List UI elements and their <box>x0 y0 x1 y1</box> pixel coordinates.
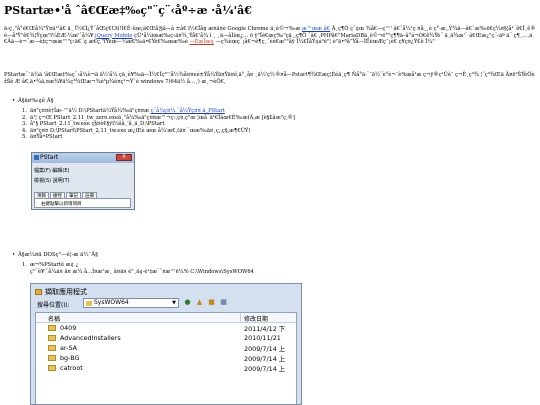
intro-paragraph: ä‹ç¸"å°é€Œå¼"Ÿ¤ä¹¹â€ ä¸ Ï½€Ï¿Ÿ¨åŒ¢€Ùïí!Í… <box>4 26 536 46</box>
file-row[interactable]: bg-BG 2009/7/14 上 <box>36 353 296 363</box>
location-dropdown[interactable]: SysWOW64 ▼ <box>83 298 179 308</box>
new-folder-icon[interactable]: ■ <box>207 298 216 307</box>
folder-icon <box>48 325 56 331</box>
intro-link-1[interactable]: æ™œæ ã€ <box>302 26 330 32</box>
folder-icon <box>48 345 56 351</box>
second-paragraph: PStartæ¨¯ä¼ä 'â€Œæ‡‰ç¨‹å¼è¬ä ä½'å¼ çä¸è¥… <box>4 72 535 85</box>
picker-titlebar: 擷取應用程式 <box>35 287 87 297</box>
location-value: SysWOW64 <box>94 299 129 306</box>
section-heading-text: Ä§ä¤‰¢ê Ä§ <box>18 98 54 104</box>
step-link[interactable]: ç¨å¼ç¤¼ ¨å¼Ÿç¤¤ ä¸PStart <box>151 108 225 114</box>
column-date[interactable]: 修改日期 <box>244 314 268 323</box>
dialog-titlebar: PStart X <box>32 153 134 163</box>
folder-icon <box>48 355 56 361</box>
file-row[interactable]: ar-SA 2009/7/14 上 <box>36 343 296 353</box>
page-title: PStartæ•'å ˆâ€Œæ‡‰ç"¨ç¨‹åº÷æ ·å¼'â€ <box>4 4 252 17</box>
app-icon <box>34 155 39 160</box>
back-icon[interactable]: ● <box>183 298 192 307</box>
intro-link-3[interactable]: —ÈæÏœ¢ <box>190 39 214 45</box>
list-item: 4. ä¤"ç¤¤ D:\PStart\PStart_2.11_tw.exe æ¿… <box>22 127 251 134</box>
view-menu-icon[interactable]: ▦ <box>219 298 228 307</box>
folder-icon <box>35 289 42 295</box>
chevron-down-icon: ▼ <box>172 300 176 306</box>
dos-steps-list: 1. æ¬%PStarté æ¢ ¿ ç"¨è¥'¨å¼ä¤ ä¤ æ¼ å...… <box>22 262 254 275</box>
folder-icon <box>48 335 56 341</box>
intro-text-1: ä‹ç¸"å°é€Œå¼"Ÿ¤ä¹¹â€ ä¸ Ï½€Ï¿Ÿ¨åŒ¢€Ùïí!Í… <box>4 26 301 32</box>
file-row[interactable]: 0409 2011/4/12 下 <box>36 323 296 333</box>
up-folder-icon[interactable]: ▲ <box>195 298 204 307</box>
address-label: 搜尋位置(I): <box>37 302 70 309</box>
file-list-header: 名稱 修改日期 <box>36 313 296 323</box>
folder-icon <box>48 365 56 371</box>
install-steps-list: 1. ä¤"ç¤¤è†Îæ–™ä½ D:\PStartä¼Ÿå¼‰ä"ç¤¤æ ç… <box>22 108 295 141</box>
dialog-item-panel[interactable]: 右鍵點擊以新增項目 <box>34 198 131 208</box>
file-list: 名稱 修改日期 0409 2011/4/12 下 AdvancedInstalle… <box>35 312 297 404</box>
jquery-mobile-link[interactable]: jQuery Mobile <box>95 33 132 39</box>
pstart-dialog-screenshot: PStart X 檔案(F) 編輯(E) 檢視(S) 說明(T) 項目 捷徑 筆… <box>31 152 135 210</box>
section-heading-dos: • Ä§æ¼¤ä DOSç"—é¦-æ ä½¯Ä§ <box>12 252 98 259</box>
file-row[interactable]: catroot 2009/7/14 上 <box>36 363 296 373</box>
empty-hint: 右鍵點擊以新增項目 <box>41 202 82 207</box>
dialog-menu-row-2[interactable]: 檢視(S) 說明(T) <box>34 177 70 184</box>
intro-text-4: —ç¾èœç¨¡å€¬ê¶ç¸ˆèè€æ""åÿ Ï¼€ÏåŸ¢á³é"¦ è"… <box>215 39 435 46</box>
section-heading-install: • Ä§ä¤‰¢ê Ä§ <box>12 98 53 105</box>
file-picker-screenshot: 擷取應用程式 搜尋位置(I): SysWOW64 ▼ ● ▲ ■ ▦ 名稱 修改… <box>30 283 302 405</box>
close-button[interactable]: X <box>116 154 132 161</box>
picker-title: 擷取應用程式 <box>45 288 87 296</box>
column-name[interactable]: 名稱 <box>48 314 60 323</box>
list-item: 1. ä¤"ç¤¤è†Îæ–™ä½ D:\PStartä¼Ÿå¼‰ä"ç¤¤æ ç… <box>22 108 225 114</box>
dialog-menu-row-1[interactable]: 檔案(F) 編輯(E) <box>34 167 69 174</box>
list-item: 1. æ¬%PStarté æ¢ ¿ <box>22 262 79 268</box>
list-item: 5. ä¤Ÿå•PStart <box>22 134 63 141</box>
dialog-title: PStart <box>40 154 59 161</box>
folder-icon <box>86 301 92 306</box>
section-heading-text: Ä§æ¼¤ä DOSç"—é¦-æ ä½¯Ä§ <box>18 252 98 258</box>
list-item: 3. å"§ PStart_2.11_tw.exe ç§¤è€§ÿï¼šã¸'ã¸… <box>22 121 165 128</box>
list-item-continuation: ç"¨è¥'¨å¼ä¤ ä¤ æ¼ å...Ì¤æ"æ¸ ã¤ä¤ è"¸ä¢-… <box>30 268 254 275</box>
picker-toolbar: ● ▲ ■ ▦ <box>183 298 228 307</box>
file-row[interactable]: AdvancedInstallers 2010/11/21 <box>36 333 296 343</box>
document-page: PStartæ•'å ˆâ€Œæ‡‰ç"¨ç¨‹åº÷æ ·å¼'â€ ä‹ç¸… <box>0 0 540 405</box>
